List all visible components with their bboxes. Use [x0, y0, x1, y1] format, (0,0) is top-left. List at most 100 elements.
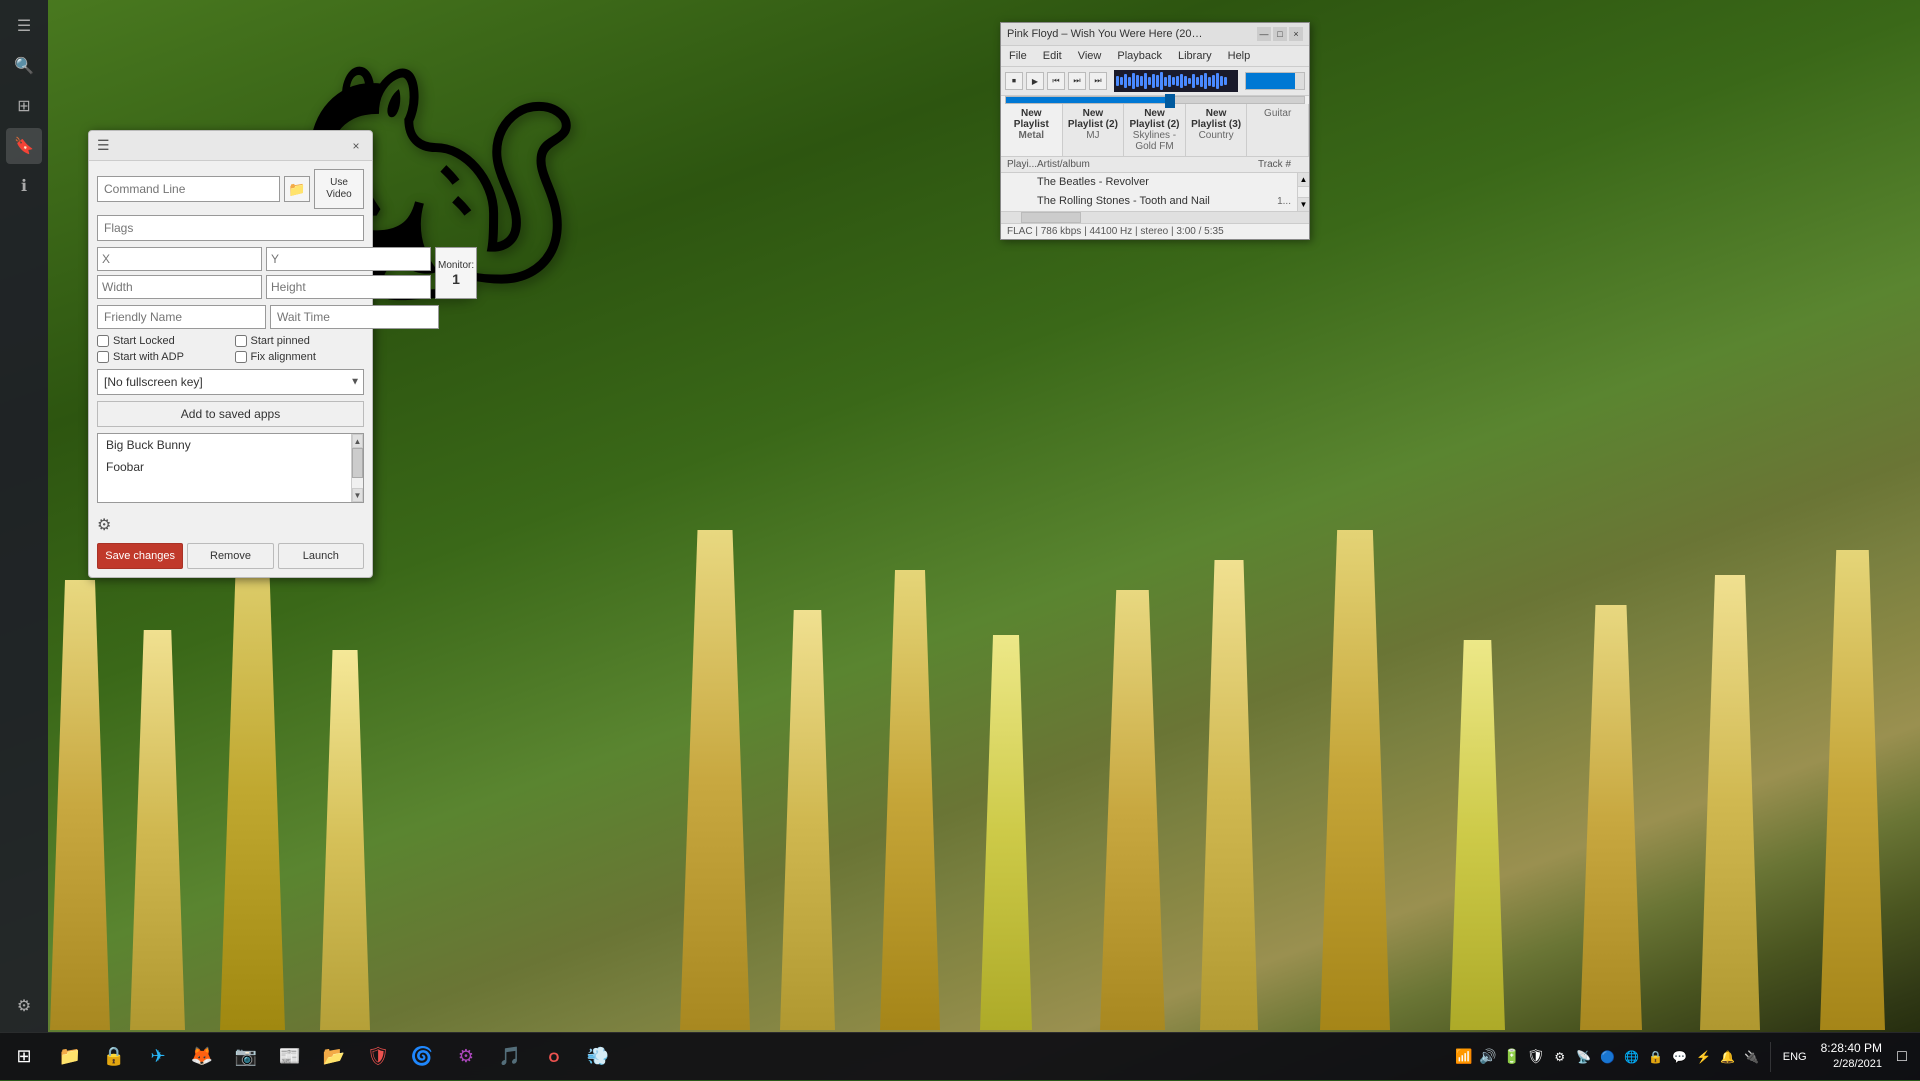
height-input[interactable]	[266, 275, 431, 299]
taskbar-telegram-icon[interactable]: ✈	[136, 1035, 180, 1079]
playlist-tab-2[interactable]: New Playlist (2) MJ	[1063, 104, 1125, 156]
wait-time-input[interactable]	[270, 305, 439, 329]
music-prev-button[interactable]: ⏮	[1047, 72, 1065, 90]
music-menu-edit[interactable]: Edit	[1039, 48, 1066, 64]
taskbar-firefox-icon[interactable]: 🦊	[180, 1035, 224, 1079]
start-with-adp-checkbox[interactable]: Start with ADP	[97, 351, 227, 363]
music-maximize-button[interactable]: □	[1273, 27, 1287, 41]
apps-panel-icon[interactable]: ⊞	[6, 88, 42, 124]
saved-apps-list[interactable]: Big Buck Bunny Foobar ▲ ▼	[97, 433, 364, 503]
waveform-bar	[1220, 76, 1223, 87]
playlist-tab-3[interactable]: New Playlist (2) Skylines - Gold FM	[1124, 104, 1186, 156]
track-scroll-down[interactable]: ▼	[1298, 197, 1309, 211]
save-changes-button[interactable]: Save changes	[97, 543, 183, 569]
music-skip-button[interactable]: ⏭	[1089, 72, 1107, 90]
fix-alignment-input[interactable]	[235, 351, 247, 363]
start-pinned-input[interactable]	[235, 335, 247, 347]
music-menu-view[interactable]: View	[1074, 48, 1106, 64]
music-minimize-button[interactable]: —	[1257, 27, 1271, 41]
tray-app3-icon[interactable]: 🔵	[1598, 1033, 1618, 1081]
tray-app2-icon[interactable]: 📡	[1574, 1033, 1594, 1081]
tray-app8-icon[interactable]: 🔔	[1718, 1033, 1738, 1081]
window-titlebar[interactable]: ☰ ×	[89, 131, 372, 161]
taskbar-office-icon[interactable]: O	[532, 1035, 576, 1079]
start-button[interactable]: ⊞	[0, 1033, 48, 1081]
settings-panel-icon[interactable]: ⚙	[6, 988, 42, 1024]
waveform-bar	[1172, 77, 1175, 84]
use-video-button[interactable]: Use Video	[314, 169, 364, 209]
playlist-tab-5[interactable]: Guitar	[1247, 104, 1309, 156]
taskbar-security-icon[interactable]: 🔒	[92, 1035, 136, 1079]
tray-app9-icon[interactable]: 🔌	[1742, 1033, 1762, 1081]
width-input[interactable]	[97, 275, 262, 299]
x-input[interactable]	[97, 247, 262, 271]
start-locked-checkbox[interactable]: Start Locked	[97, 335, 227, 347]
taskbar-rss-icon[interactable]: 📰	[268, 1035, 312, 1079]
remove-button[interactable]: Remove	[187, 543, 273, 569]
taskbar-music-player-icon[interactable]: 🎵	[488, 1035, 532, 1079]
taskbar-shield-icon[interactable]: 🛡	[356, 1035, 400, 1079]
y-input[interactable]	[266, 247, 431, 271]
tray-app6-icon[interactable]: 💬	[1670, 1033, 1690, 1081]
music-hscroll[interactable]	[1001, 211, 1309, 223]
flags-input[interactable]	[97, 215, 364, 241]
tray-network-icon[interactable]: 📶	[1454, 1033, 1474, 1081]
start-pinned-checkbox[interactable]: Start pinned	[235, 335, 365, 347]
hamburger-menu-icon[interactable]: ☰	[6, 8, 42, 44]
tray-shield2-icon[interactable]: 🛡	[1526, 1033, 1546, 1081]
playlist-tab-1[interactable]: New Playlist Metal	[1001, 104, 1063, 156]
music-menu-file[interactable]: File	[1005, 48, 1031, 64]
taskbar-vpn-icon[interactable]: ⚙	[444, 1035, 488, 1079]
tray-app1-icon[interactable]: ⚙	[1550, 1033, 1570, 1081]
tray-battery-icon[interactable]: 🔋	[1502, 1033, 1522, 1081]
search-panel-icon[interactable]: 🔍	[6, 48, 42, 84]
music-stop-button[interactable]: ⏹	[1005, 72, 1023, 90]
taskbar-steam-icon[interactable]: 💨	[576, 1035, 620, 1079]
command-line-input[interactable]	[97, 176, 280, 202]
volume-slider[interactable]	[1245, 72, 1305, 90]
music-play-button[interactable]: ▶	[1026, 72, 1044, 90]
taskbar-photos-icon[interactable]: 📷	[224, 1035, 268, 1079]
tray-audio-icon[interactable]: 🔊	[1478, 1033, 1498, 1081]
scrollbar-down-button[interactable]: ▼	[352, 488, 363, 502]
language-indicator[interactable]: ENG	[1779, 1051, 1811, 1063]
info-panel-icon[interactable]: ℹ	[6, 168, 42, 204]
track-scroll-up[interactable]: ▲	[1298, 173, 1309, 187]
notification-icon[interactable]: □	[1892, 1033, 1912, 1081]
list-item[interactable]: Foobar	[98, 456, 363, 478]
clock[interactable]: 8:28:40 PM 2/28/2021	[1815, 1040, 1888, 1072]
scrollbar-up-button[interactable]: ▲	[352, 434, 363, 448]
scrollbar-thumb[interactable]	[352, 448, 363, 478]
window-menu-icon[interactable]: ☰	[97, 137, 110, 154]
fix-alignment-checkbox[interactable]: Fix alignment	[235, 351, 365, 363]
music-menu-playback[interactable]: Playback	[1113, 48, 1166, 64]
tray-app7-icon[interactable]: ⚡	[1694, 1033, 1714, 1081]
friendly-name-input[interactable]	[97, 305, 266, 329]
window-settings-icon[interactable]: ⚙	[97, 515, 111, 535]
scrollbar-track	[352, 448, 363, 488]
start-locked-input[interactable]	[97, 335, 109, 347]
start-with-adp-input[interactable]	[97, 351, 109, 363]
playlist-tab-4[interactable]: New Playlist (3) Country	[1186, 104, 1248, 156]
music-menu-library[interactable]: Library	[1174, 48, 1216, 64]
music-progress-bar[interactable]	[1005, 96, 1305, 104]
window-close-button[interactable]: ×	[348, 138, 364, 154]
list-scrollbar[interactable]: ▲ ▼	[351, 434, 363, 502]
taskbar-edge-icon[interactable]: 🌀	[400, 1035, 444, 1079]
taskbar-files-icon[interactable]: 📁	[48, 1035, 92, 1079]
music-next-button[interactable]: ⏭	[1068, 72, 1086, 90]
track-item-2[interactable]: The Rolling Stones - Tooth and Nail 1...	[1001, 192, 1297, 211]
list-item[interactable]: Big Buck Bunny	[98, 434, 363, 456]
music-titlebar[interactable]: Pink Floyd – Wish You Were Here (2011 Re…	[1001, 23, 1309, 46]
browse-folder-button[interactable]: 📁	[284, 176, 310, 202]
taskbar-folder-icon[interactable]: 📂	[312, 1035, 356, 1079]
bookmark-panel-icon[interactable]: 🔖	[6, 128, 42, 164]
tray-app4-icon[interactable]: 🌐	[1622, 1033, 1642, 1081]
music-menu-help[interactable]: Help	[1224, 48, 1255, 64]
add-to-saved-button[interactable]: Add to saved apps	[97, 401, 364, 427]
launch-button[interactable]: Launch	[278, 543, 364, 569]
track-item-1[interactable]: The Beatles - Revolver	[1001, 173, 1297, 192]
fullscreen-dropdown[interactable]: [No fullscreen key]	[97, 369, 364, 395]
tray-bitwarden-icon[interactable]: 🔒	[1646, 1033, 1666, 1081]
music-close-button[interactable]: ×	[1289, 27, 1303, 41]
